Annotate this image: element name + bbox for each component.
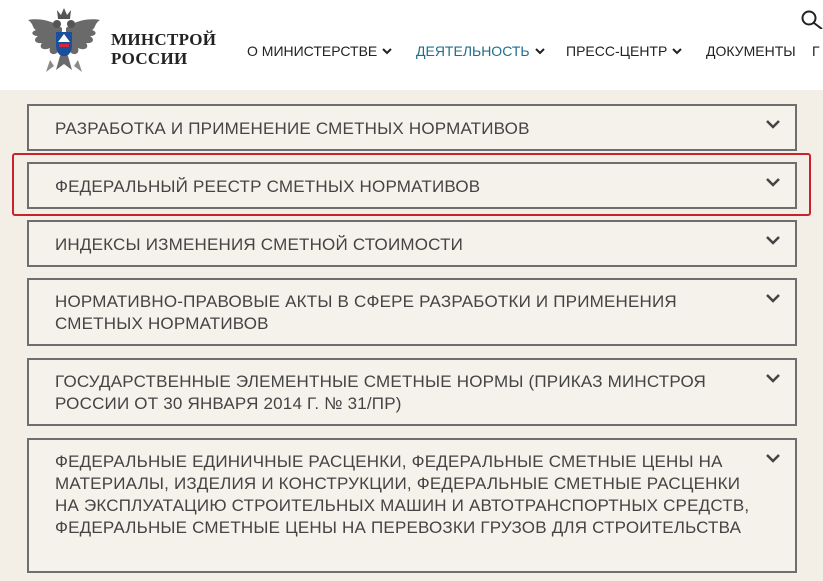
chevron-down-icon [766,374,780,383]
nav-item-label: О МИНИСТЕРСТВЕ [247,43,378,59]
chevron-down-icon [672,48,683,55]
chevron-down-icon [382,48,392,55]
nav-item-press-center[interactable]: ПРЕСС-ЦЕНТР [566,41,683,61]
nav-item-about-ministry[interactable]: О МИНИСТЕРСТВЕ [247,41,392,61]
accordion-item-federal-unit-rates[interactable]: ФЕДЕРАЛЬНЫЕ ЕДИНИЧНЫЕ РАСЦЕНКИ, ФЕДЕРАЛЬ… [27,438,797,573]
nav-item-label: Г [812,43,820,59]
chevron-down-icon [766,236,780,245]
highlight-frame [12,153,811,216]
nav-item-label: ПРЕСС-ЦЕНТР [566,43,668,59]
accordion-item-title: ГОСУДАРСТВЕННЫЕ ЭЛЕМЕНТНЫЕ СМЕТНЫЕ НОРМЫ… [55,372,707,413]
nav-item-documents[interactable]: ДОКУМЕНТЫ [706,41,796,61]
chevron-down-icon [534,48,545,55]
main-nav: О МИНИСТЕРСТВЕ ДЕЯТЕЛЬНОСТЬ ПРЕСС-ЦЕНТР … [0,41,823,61]
nav-item-label: ДЕЯТЕЛЬНОСТЬ [416,43,530,59]
nav-item-activity[interactable]: ДЕЯТЕЛЬНОСТЬ [416,41,545,61]
site-header: МИНСТРОЙ РОССИИ О МИНИСТЕРСТВЕ ДЕЯТЕЛЬНО… [0,0,823,90]
accordion-item-legal-acts[interactable]: НОРМАТИВНО-ПРАВОВЫЕ АКТЫ В СФЕРЕ РАЗРАБО… [27,278,797,346]
accordion-item-cost-change-indices[interactable]: ИНДЕКСЫ ИЗМЕНЕНИЯ СМЕТНОЙ СТОИМОСТИ [27,220,797,267]
accordion-item-title: НОРМАТИВНО-ПРАВОВЫЕ АКТЫ В СФЕРЕ РАЗРАБО… [55,292,677,333]
accordion-item-estimate-standards-development[interactable]: РАЗРАБОТКА И ПРИМЕНЕНИЕ СМЕТНЫХ НОРМАТИВ… [27,104,797,151]
chevron-down-icon [766,120,780,129]
accordion-item-state-element-norms[interactable]: ГОСУДАРСТВЕННЫЕ ЭЛЕМЕНТНЫЕ СМЕТНЫЕ НОРМЫ… [27,358,797,426]
search-icon[interactable] [800,9,823,29]
chevron-down-icon [766,294,780,303]
accordion-item-title: РАЗРАБОТКА И ПРИМЕНЕНИЕ СМЕТНЫХ НОРМАТИВ… [55,119,530,138]
accordion-item-title: ФЕДЕРАЛЬНЫЕ ЕДИНИЧНЫЕ РАСЦЕНКИ, ФЕДЕРАЛЬ… [55,452,750,537]
accordion-item-title: ИНДЕКСЫ ИЗМЕНЕНИЯ СМЕТНОЙ СТОИМОСТИ [55,235,464,254]
nav-item-label: ДОКУМЕНТЫ [706,43,796,59]
chevron-down-icon [766,454,780,463]
nav-item-truncated[interactable]: Г [812,41,820,61]
